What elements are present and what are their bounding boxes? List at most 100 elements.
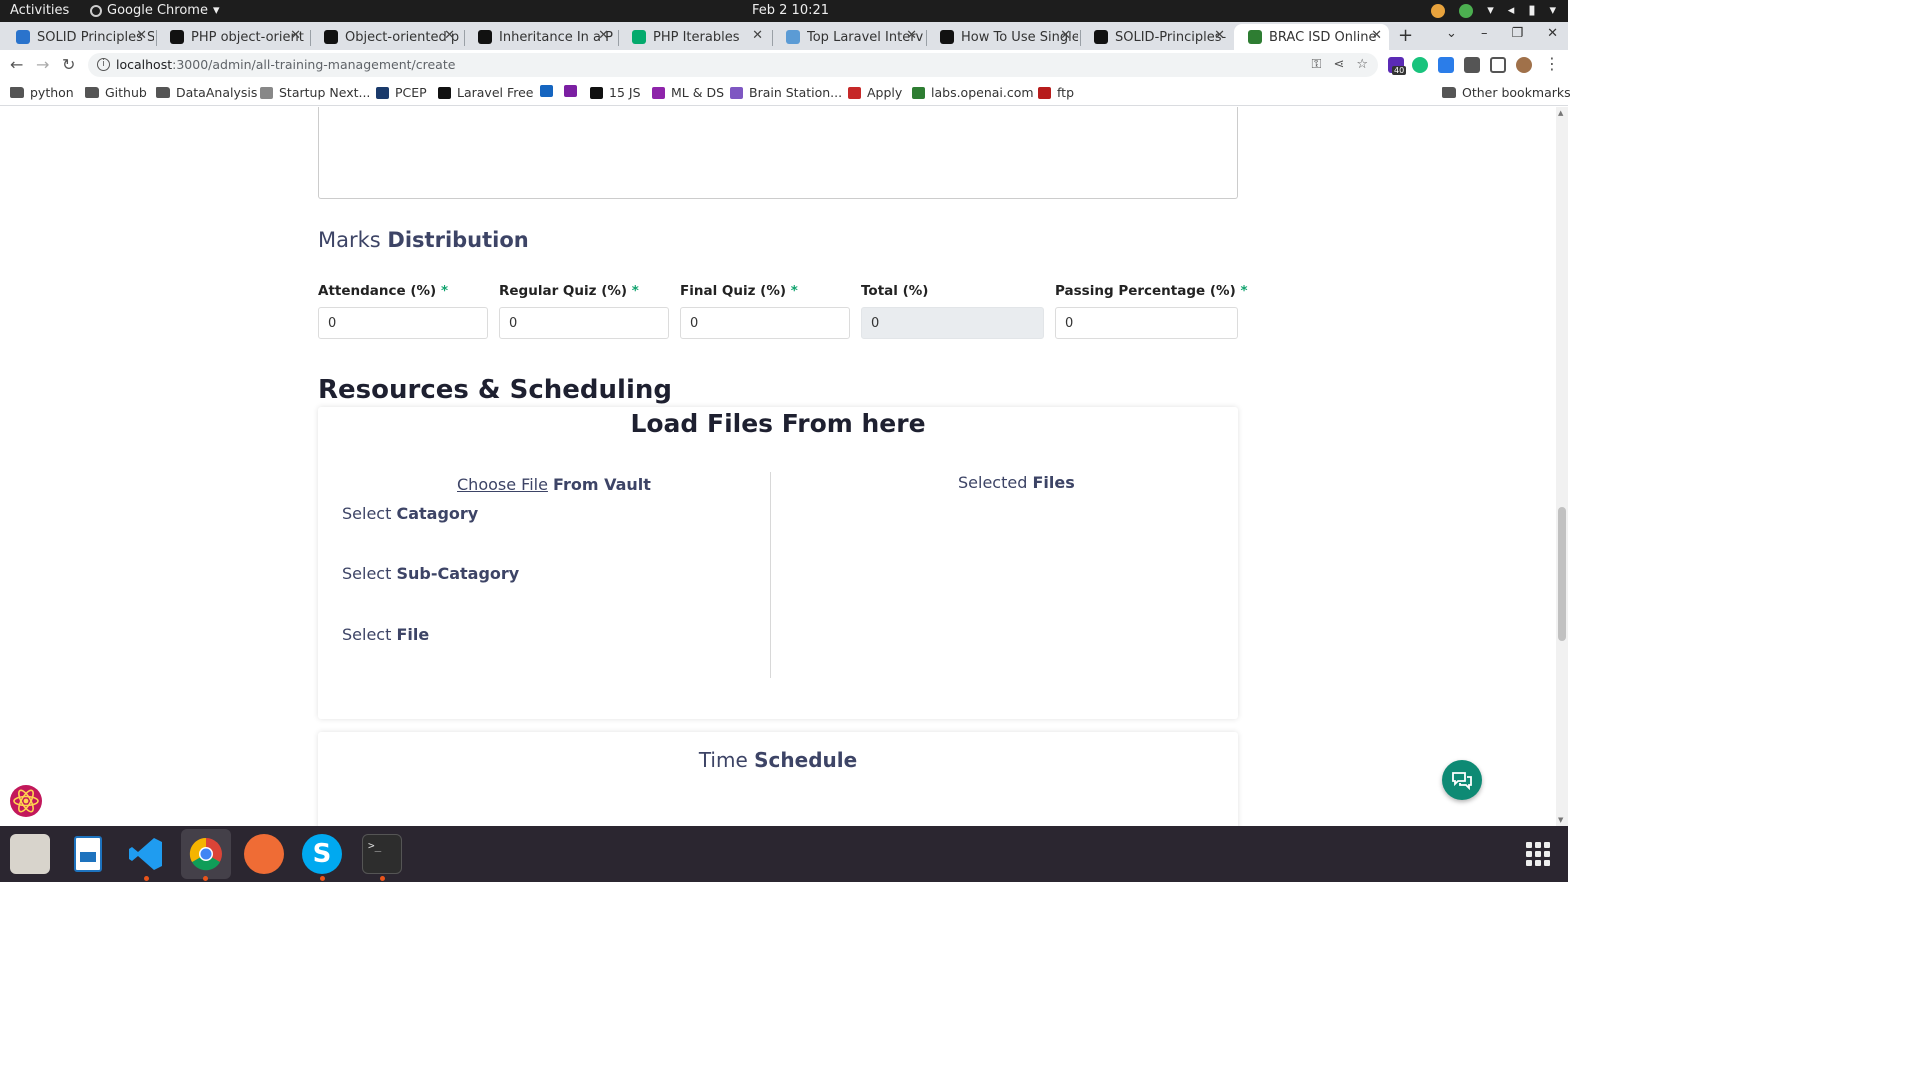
attendance-input[interactable] [318, 307, 488, 339]
chrome-app-icon[interactable] [181, 829, 231, 879]
bookmark-8[interactable]: 15 JS [590, 85, 641, 100]
select-category[interactable]: Select Catagory [342, 504, 478, 523]
tab-separator [1080, 30, 1081, 46]
grammarly-icon[interactable] [1412, 57, 1428, 73]
close-tab-icon[interactable]: ✕ [1214, 28, 1225, 43]
close-tab-icon[interactable]: ✕ [906, 28, 917, 43]
battery-icon[interactable]: ▮ [1528, 3, 1535, 18]
back-icon[interactable]: ← [10, 55, 23, 74]
close-tab-icon[interactable]: ✕ [598, 28, 609, 43]
chevron-down-icon[interactable]: ▾ [1549, 3, 1556, 18]
tab-1[interactable]: PHP object-orient ✕ [156, 24, 308, 50]
close-tab-icon[interactable]: ✕ [290, 28, 301, 43]
close-tab-icon[interactable]: ✕ [1060, 28, 1071, 43]
passing-percentage-field: Passing Percentage (%) * [1055, 283, 1248, 339]
address-bar[interactable]: i localhost:3000/admin/all-training-mana… [88, 53, 1378, 77]
bookmark-10[interactable]: Brain Station... [730, 85, 842, 100]
bookmark-13[interactable]: ftp [1038, 85, 1074, 100]
more-menu-icon[interactable]: ⋮ [1544, 54, 1560, 73]
bookmark-6[interactable] [540, 85, 553, 97]
site-info-icon[interactable]: i [97, 58, 110, 71]
brac-icon [1248, 30, 1262, 44]
load-files-card: Load Files From here Choose File From Va… [318, 407, 1238, 719]
choose-file-link[interactable]: Choose File [457, 475, 548, 494]
select-sub-category[interactable]: Select Sub-Catagory [342, 564, 519, 583]
translate-icon[interactable] [1438, 57, 1454, 73]
skype-app-icon[interactable]: S [302, 834, 342, 874]
share-icon[interactable]: ⋖ [1333, 57, 1344, 72]
tab-4[interactable]: PHP Iterables ✕ [618, 24, 770, 50]
scrollbar-thumb[interactable] [1558, 507, 1566, 641]
chrome-icon [90, 4, 102, 17]
other-bookmarks[interactable]: Other bookmarks [1442, 85, 1571, 100]
dev-icon [438, 86, 451, 99]
total-label: Total (%) [861, 283, 929, 299]
bookmark-12[interactable]: labs.openai.com [912, 85, 1034, 100]
tab-8[interactable]: BRAC ISD Online ✕ [1234, 24, 1389, 50]
tab-0[interactable]: SOLID Principles S ✕ [2, 24, 154, 50]
description-textarea[interactable] [318, 107, 1238, 199]
show-applications-icon[interactable] [1526, 842, 1550, 866]
bookmark-11[interactable]: Apply [848, 85, 902, 100]
react-devtools-icon[interactable] [9, 784, 43, 818]
tab-5[interactable]: Top Laravel Interv ✕ [772, 24, 924, 50]
tab-separator [772, 30, 773, 46]
tab-6[interactable]: How To Use Single ✕ [926, 24, 1078, 50]
bookmark-7[interactable] [564, 85, 577, 97]
medium-icon [590, 86, 603, 99]
maximize-icon[interactable]: ❐ [1511, 26, 1523, 41]
bookmark-5[interactable]: Laravel Free [438, 85, 533, 100]
chevron-down-icon: ▾ [212, 3, 220, 18]
activities-button[interactable]: Activities [10, 3, 69, 18]
bookmark-9[interactable]: ML & DS [652, 85, 724, 100]
close-tab-icon[interactable]: ✕ [752, 28, 763, 43]
passing-percentage-input[interactable] [1055, 307, 1238, 339]
close-tab-icon[interactable]: ✕ [136, 28, 147, 43]
reload-icon[interactable]: ↻ [62, 55, 75, 74]
bookmark-1[interactable]: Github [85, 85, 147, 100]
postman-app-icon[interactable] [244, 834, 284, 874]
bookmark-2[interactable]: DataAnalysis [156, 85, 257, 100]
tab-search-icon[interactable]: ⌄ [1446, 26, 1457, 41]
bookmark-0[interactable]: python [10, 85, 74, 100]
select-file[interactable]: Select File [342, 625, 429, 644]
omnibox-actions: ⚿ ⋖ ☆ [1312, 57, 1368, 72]
avatar[interactable] [1516, 57, 1532, 73]
scroll-down-icon[interactable]: ▼ [1558, 816, 1563, 824]
files-app-icon[interactable] [10, 834, 50, 874]
final-quiz-input[interactable] [680, 307, 850, 339]
medium-icon [170, 30, 184, 44]
volume-icon[interactable]: ◂ [1508, 3, 1515, 18]
tab-3[interactable]: Inheritance In a P ✕ [464, 24, 616, 50]
app-menu[interactable]: Google Chrome ▾ [90, 3, 220, 18]
scroll-up-icon[interactable]: ▲ [1558, 109, 1563, 117]
close-window-icon[interactable]: ✕ [1547, 26, 1558, 41]
wifi-icon[interactable]: ▾ [1487, 3, 1494, 18]
tab-2[interactable]: Object-oriented p ✕ [310, 24, 462, 50]
page-scrollbar[interactable]: ▲ ▼ [1556, 107, 1568, 826]
star-icon[interactable]: ☆ [1356, 57, 1368, 72]
tab-separator [156, 30, 157, 46]
clock[interactable]: Feb 2 10:21 [752, 3, 829, 18]
bookmark-3[interactable]: Startup Next... [260, 85, 370, 100]
chrome-tray-icon[interactable] [1431, 3, 1446, 18]
terminal-app-icon[interactable]: >_ [362, 834, 402, 874]
vscode-app-icon[interactable] [126, 834, 166, 874]
puzzle-icon[interactable] [1464, 57, 1480, 73]
minimize-icon[interactable]: – [1481, 26, 1488, 41]
new-tab-button[interactable]: + [1398, 25, 1413, 46]
system-tray[interactable]: ▾ ◂ ▮ ▾ [1431, 3, 1556, 18]
tab-7[interactable]: SOLID-Principles- ✕ [1080, 24, 1232, 50]
close-tab-icon[interactable]: ✕ [1371, 28, 1382, 43]
forward-icon[interactable]: → [36, 55, 49, 74]
key-icon[interactable]: ⚿ [1312, 57, 1322, 72]
regular-quiz-input[interactable] [499, 307, 669, 339]
bookmark-4[interactable]: PCEP [376, 85, 427, 100]
sidepanel-icon[interactable] [1490, 57, 1506, 73]
marks-distribution-title: Marks Distribution [318, 228, 529, 252]
chart-icon [786, 30, 800, 44]
chat-button[interactable] [1442, 760, 1482, 800]
close-tab-icon[interactable]: ✕ [444, 28, 455, 43]
writer-app-icon[interactable] [68, 834, 108, 874]
check-tray-icon[interactable] [1459, 3, 1474, 18]
